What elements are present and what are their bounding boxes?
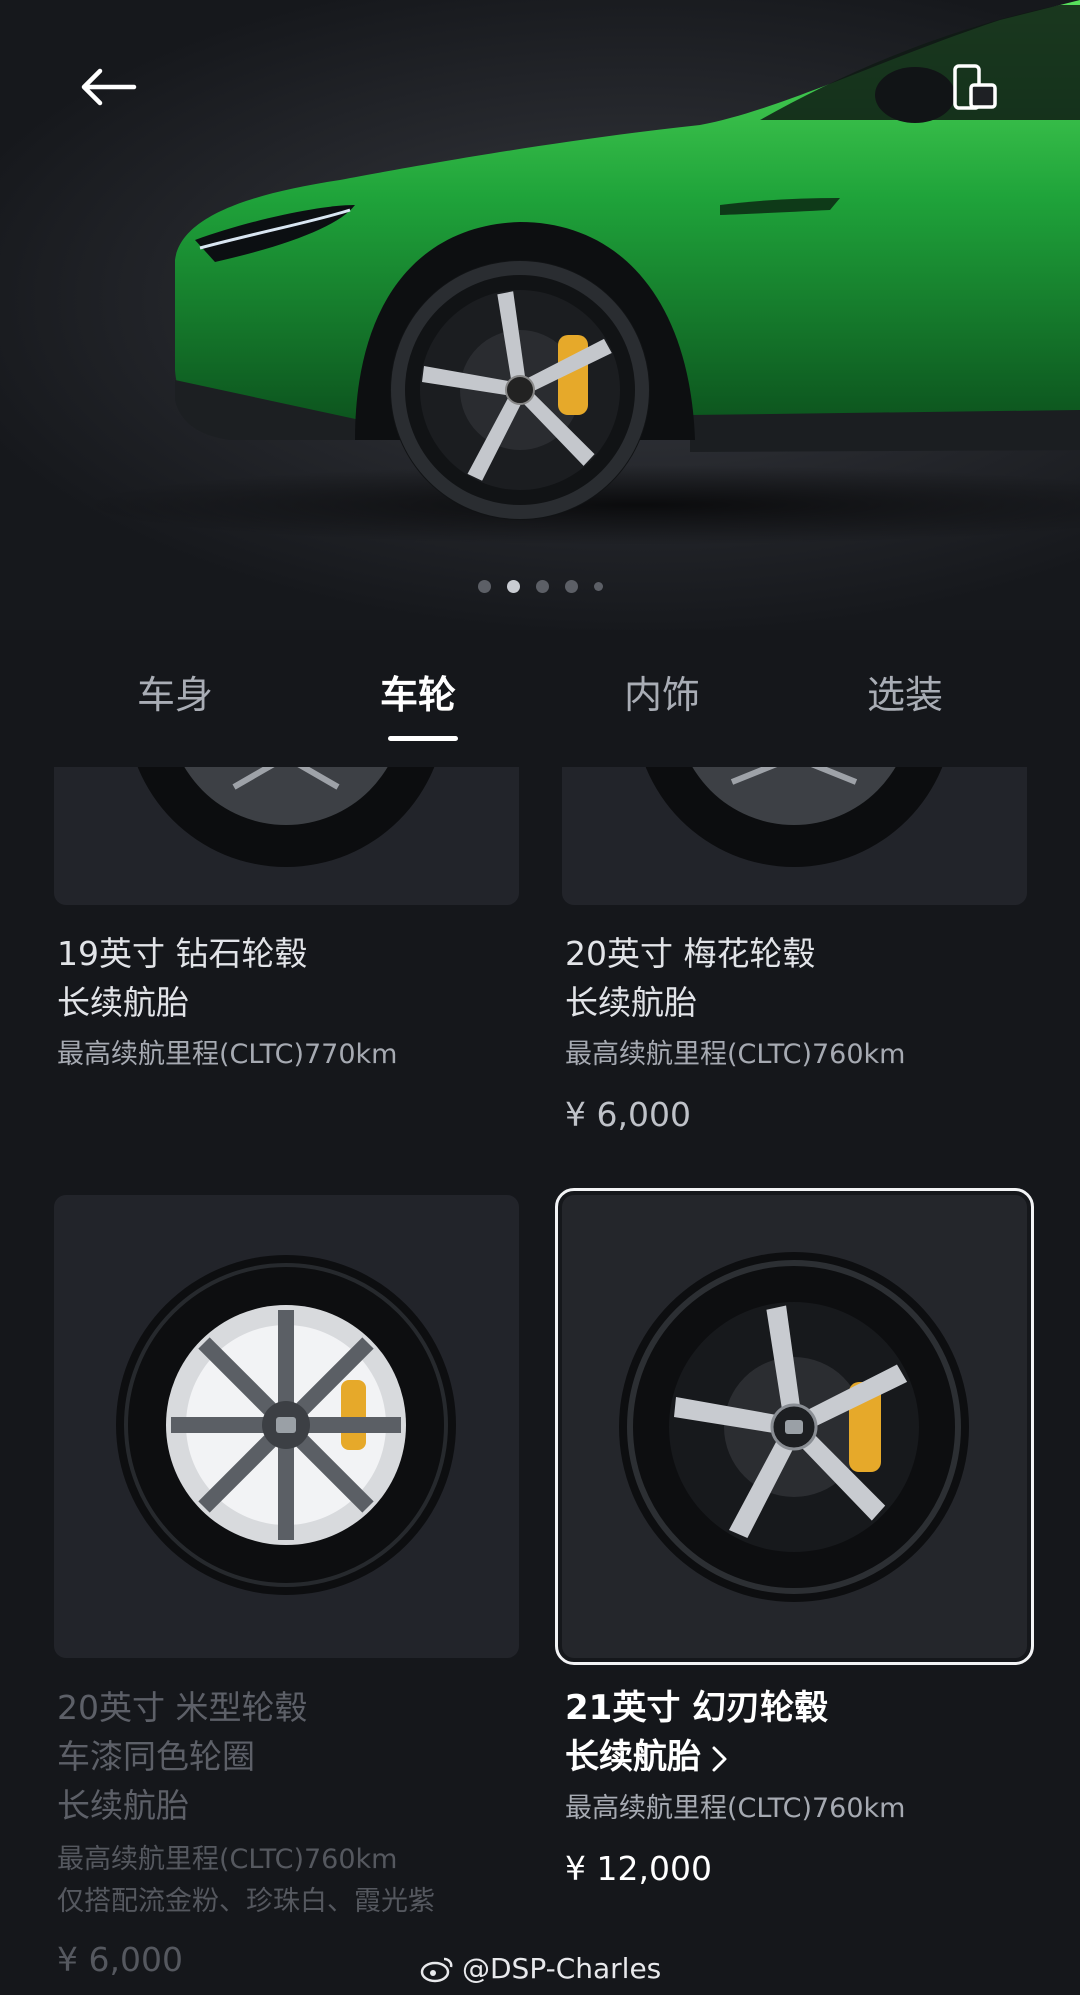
option-color-note: 仅搭配流金粉、珍珠白、霞光紫: [57, 1886, 435, 1917]
option-tire: 长续航胎: [57, 1786, 189, 1825]
option-range: 最高续航里程(CLTC)760km: [57, 1844, 398, 1875]
wheel-image: [116, 1255, 456, 1595]
tab-interior[interactable]: 内饰: [562, 660, 762, 730]
phone-device-icon: [953, 64, 997, 110]
wheel-image: [645, 767, 943, 867]
wheel-thumbnail: [562, 767, 1027, 905]
hero-car-image: [0, 0, 1080, 630]
tab-options[interactable]: 选装: [805, 660, 1005, 730]
option-price: ¥ 6,000: [565, 1095, 691, 1134]
watermark: @DSP-Charles: [420, 1952, 661, 1985]
option-range: 最高续航里程(CLTC)760km: [565, 1039, 906, 1070]
option-tire: 长续航胎: [565, 1737, 701, 1777]
tab-wheels[interactable]: 车轮: [318, 660, 518, 741]
car-photo: [80, 0, 1080, 545]
option-title: 19英寸 钻石轮毂: [57, 934, 308, 973]
wheel-thumbnail: [54, 1195, 519, 1658]
back-button[interactable]: [66, 55, 150, 119]
watermark-text: @DSP-Charles: [462, 1952, 662, 1985]
wheel-image: [137, 767, 435, 867]
carousel-dot[interactable]: [535, 580, 549, 593]
wheel-thumbnail-selected: [555, 1188, 1034, 1665]
option-tire: 长续航胎: [565, 983, 697, 1022]
tab-body[interactable]: 车身: [75, 660, 275, 730]
option-range: 最高续航里程(CLTC)760km: [565, 1793, 906, 1824]
chevron-right-icon: [712, 1746, 727, 1771]
option-price: ¥ 6,000: [57, 1940, 183, 1979]
carousel-dot-active[interactable]: [506, 580, 520, 593]
carousel-dot[interactable]: [477, 580, 491, 593]
device-switch-button[interactable]: [944, 58, 1004, 118]
category-tabs: 车身 车轮 内饰 选装: [0, 660, 1080, 770]
tire-detail-link[interactable]: 长续航胎: [565, 1733, 729, 1781]
carousel-dot[interactable]: [593, 582, 603, 591]
wheel-image: [619, 1252, 969, 1602]
weibo-icon: [420, 1957, 453, 1982]
option-price: ¥ 12,000: [565, 1849, 712, 1888]
option-tire: 长续航胎: [57, 983, 189, 1022]
wheel-thumbnail: [54, 767, 519, 905]
arrow-left-icon: [81, 68, 137, 106]
option-rim-color: 车漆同色轮圈: [57, 1737, 255, 1776]
tab-underline: [388, 736, 458, 741]
carousel-dot[interactable]: [564, 580, 578, 593]
wheel-options-list: 19英寸 钻石轮毂 长续航胎 最高续航里程(CLTC)770km 20英寸 梅花…: [0, 767, 1080, 1995]
carousel-indicator: [0, 580, 1080, 593]
option-title: 20英寸 米型轮毂: [57, 1688, 308, 1727]
option-title: 21英寸 幻刃轮毂: [565, 1688, 829, 1728]
option-title: 20英寸 梅花轮毂: [565, 934, 816, 973]
option-range: 最高续航里程(CLTC)770km: [57, 1039, 398, 1070]
